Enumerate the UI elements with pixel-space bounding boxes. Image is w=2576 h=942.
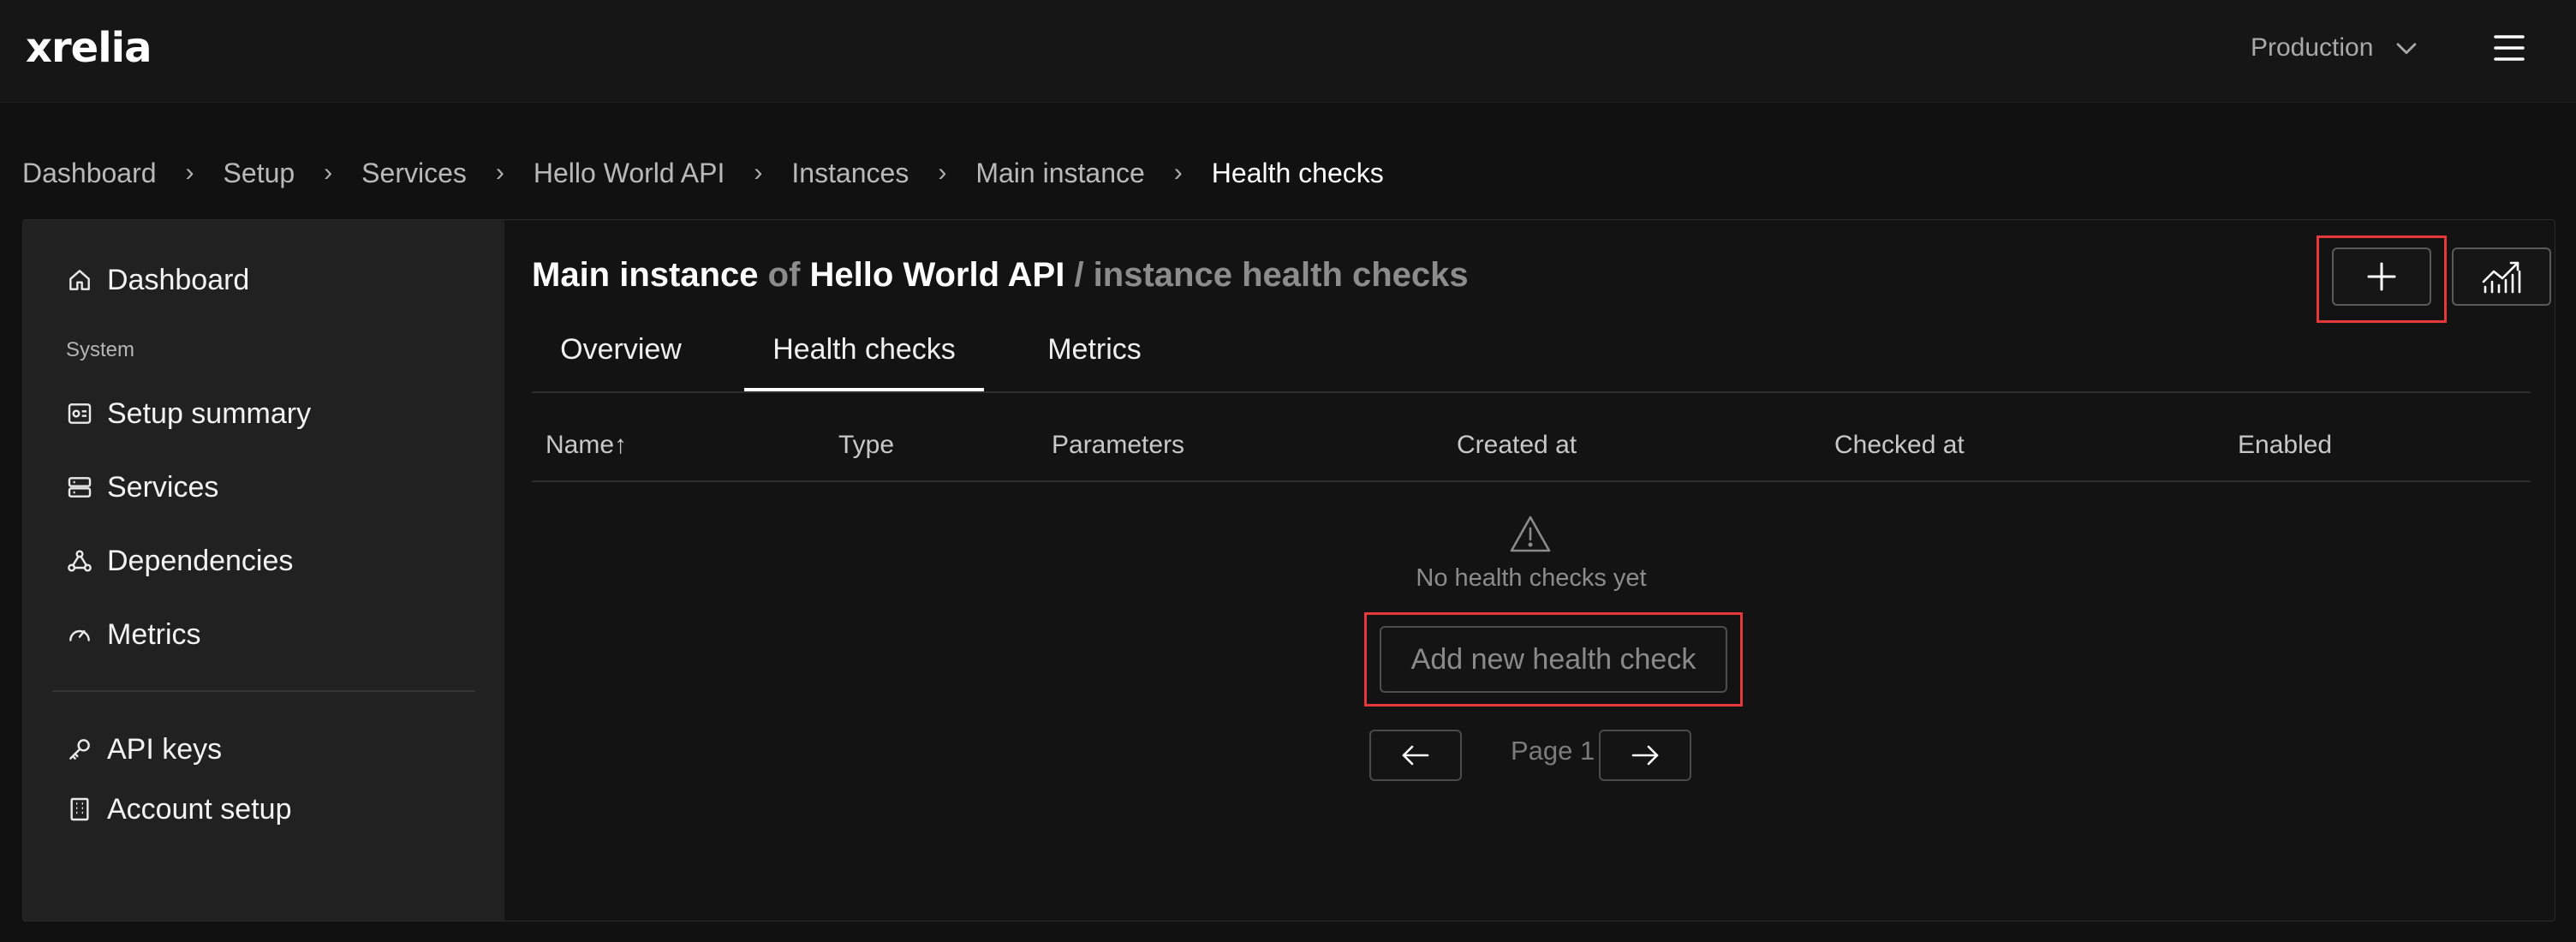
sidebar-item-metrics[interactable]: Metrics [66,614,201,655]
warning-icon [1510,516,1551,552]
environment-select[interactable]: Production [2251,27,2421,69]
sidebar-item-label: Dashboard [107,263,250,296]
breadcrumb-separator: › [324,158,333,187]
dependencies-icon [68,550,92,572]
tab-bar: Overview Health checks Metrics [532,328,2531,393]
page-title-instance: Main instance [532,256,759,294]
table-header: Name↑ Type Parameters Created at Checked… [532,431,2531,482]
breadcrumb-item-setup[interactable]: Setup [224,158,295,189]
sidebar-section-label: System [66,338,135,361]
empty-state-text: No health checks yet [1416,564,1647,592]
gauge-icon [69,629,90,641]
column-header-created-at[interactable]: Created at [1457,431,1577,460]
sidebar-item-account-setup[interactable]: Account setup [66,789,291,830]
app-logo[interactable]: xrelia [26,24,152,72]
page-title: Main instance of Hello World API / insta… [532,256,1469,295]
home-icon [69,270,90,290]
line-chart-icon [2482,261,2521,294]
setup-summary-icon [68,403,92,424]
top-bar: xrelia Production [0,0,2576,103]
column-header-type[interactable]: Type [838,431,894,460]
sidebar-item-dashboard[interactable]: Dashboard [66,259,249,301]
next-page-button[interactable] [1599,730,1691,781]
page-title-of: of [767,256,801,294]
sidebar-item-label: Dependencies [107,544,294,577]
add-new-health-check-button[interactable]: Add new health check [1380,626,1727,693]
breadcrumb-item-instances[interactable]: Instances [791,158,909,189]
breadcrumb-item-services[interactable]: Services [361,158,467,189]
breadcrumb-separator: › [495,158,504,187]
page-title-service: Hello World API [809,256,1065,294]
metrics-chart-button[interactable] [2452,247,2551,306]
sidebar-item-label: Services [107,470,219,504]
arrow-right-icon [1631,745,1659,766]
breadcrumb-item-instance[interactable]: Main instance [975,158,1144,189]
add-health-check-icon-button[interactable] [2332,247,2431,306]
breadcrumb: Dashboard › Setup › Services › Hello Wor… [22,152,1384,194]
sort-ascending-icon: ↑ [614,431,628,459]
previous-page-button[interactable] [1369,730,1462,781]
building-icon [70,797,89,821]
arrow-left-icon [1402,745,1429,766]
column-header-parameters[interactable]: Parameters [1052,431,1184,460]
tab-overview[interactable]: Overview [532,328,710,391]
sidebar-item-label: Metrics [107,617,201,651]
column-header-checked-at[interactable]: Checked at [1834,431,1965,460]
sidebar-item-api-keys[interactable]: API keys [66,729,222,770]
breadcrumb-item-current: Health checks [1211,157,1384,188]
breadcrumb-separator: › [1173,158,1183,187]
content-area: Main instance of Hello World API / insta… [532,220,2551,921]
sidebar: Dashboard System Setup summary Services [23,220,504,921]
breadcrumb-item-service[interactable]: Hello World API [534,158,725,189]
sidebar-divider [52,690,475,692]
breadcrumb-separator: › [754,158,763,187]
sidebar-item-label: Setup summary [107,396,312,430]
chevron-down-icon [2397,43,2417,55]
column-header-name[interactable]: Name↑ [546,431,627,460]
tab-health-checks[interactable]: Health checks [744,328,984,391]
page-indicator: Page 1 [1511,736,1595,766]
breadcrumb-separator: › [185,158,194,187]
sidebar-item-dependencies[interactable]: Dependencies [66,540,293,581]
sidebar-item-label: API keys [107,732,223,766]
tab-metrics[interactable]: Metrics [1011,328,1178,391]
plus-icon [2367,262,2396,291]
column-header-label: Name [546,431,615,459]
main-panel: Dashboard System Setup summary Services [22,219,2555,921]
sidebar-item-setup-summary[interactable]: Setup summary [66,393,311,434]
hamburger-menu-icon[interactable] [2490,29,2528,67]
breadcrumb-item-dashboard[interactable]: Dashboard [22,158,157,189]
page-title-suffix: / instance health checks [1074,256,1469,294]
environment-label: Production [2251,33,2374,62]
sidebar-item-label: Account setup [107,792,292,826]
server-icon [68,477,92,498]
key-icon [69,739,90,760]
breadcrumb-separator: › [938,158,947,187]
column-header-enabled[interactable]: Enabled [2238,431,2332,460]
sidebar-item-services[interactable]: Services [66,467,218,508]
